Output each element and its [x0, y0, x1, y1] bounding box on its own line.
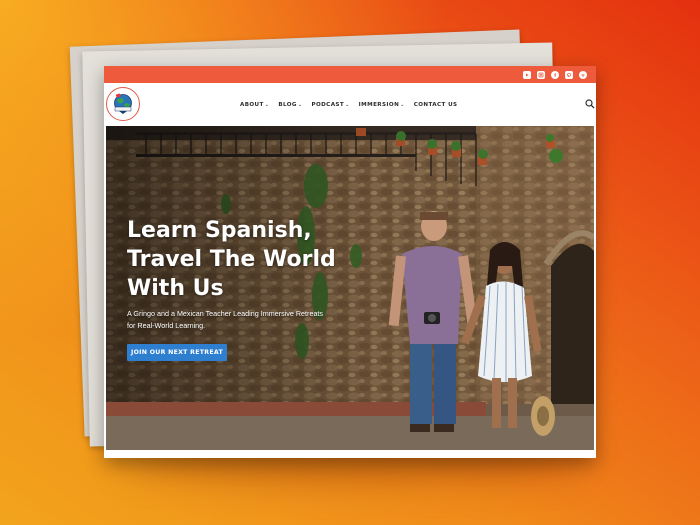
- nav-label: IMMERSION: [358, 101, 400, 108]
- instagram-icon[interactable]: [537, 70, 545, 79]
- nav-item-about[interactable]: ABOUT ⌄: [240, 102, 269, 108]
- nav-item-podcast[interactable]: PODCAST ⌄: [311, 102, 349, 108]
- hero-section: Learn Spanish, Travel The World With Us …: [106, 126, 594, 450]
- globe-logo-icon: [114, 93, 132, 114]
- page-bottom-strip: [104, 450, 596, 458]
- hero-subtitle-line: for Real-World Learning.: [127, 321, 206, 330]
- hero-title-line: Travel The World: [127, 247, 336, 272]
- nav-label: BLOG: [278, 101, 297, 108]
- hero-title-line: With Us: [127, 276, 224, 301]
- hero-title-line: Learn Spanish,: [127, 218, 312, 243]
- search-icon[interactable]: [584, 98, 596, 110]
- chevron-down-icon: ⌄: [264, 101, 270, 108]
- youtube-icon[interactable]: [523, 70, 531, 79]
- hero-subtitle: A Gringo and a Mexican Teacher Leading I…: [127, 308, 342, 332]
- nav-item-immersion[interactable]: IMMERSION ⌄: [359, 102, 405, 108]
- chevron-down-icon: ⌄: [297, 101, 303, 108]
- menu: ABOUT ⌄ BLOG ⌄ PODCAST ⌄ IMMERSION ⌄ CONTACT…: [240, 83, 457, 126]
- website-mockup: ABOUT ⌄ BLOG ⌄ PODCAST ⌄ IMMERSION ⌄ CONTACT…: [104, 66, 596, 458]
- site-logo[interactable]: [106, 87, 140, 121]
- pinterest-icon[interactable]: [565, 70, 573, 79]
- main-navigation: ABOUT ⌄ BLOG ⌄ PODCAST ⌄ IMMERSION ⌄ CONTACT…: [104, 83, 596, 126]
- chevron-down-icon: ⌄: [400, 101, 405, 108]
- hero-title: Learn Spanish, Travel The World With Us: [127, 216, 357, 303]
- nav-label: ABOUT: [240, 101, 264, 108]
- social-top-bar: [104, 66, 596, 83]
- hero-subtitle-line: A Gringo and a Mexican Teacher Leading I…: [127, 309, 324, 318]
- nav-item-blog[interactable]: BLOG ⌄: [278, 102, 302, 108]
- nav-item-contact-us[interactable]: CONTACT US: [414, 102, 458, 108]
- nav-label: PODCAST: [311, 101, 345, 108]
- facebook-icon[interactable]: [551, 70, 559, 79]
- nav-label: CONTACT US: [413, 101, 458, 108]
- chevron-down-icon: ⌄: [345, 101, 350, 108]
- join-retreat-button[interactable]: JOIN OUR NEXT RETREAT: [127, 344, 227, 361]
- spotify-icon[interactable]: [579, 70, 587, 79]
